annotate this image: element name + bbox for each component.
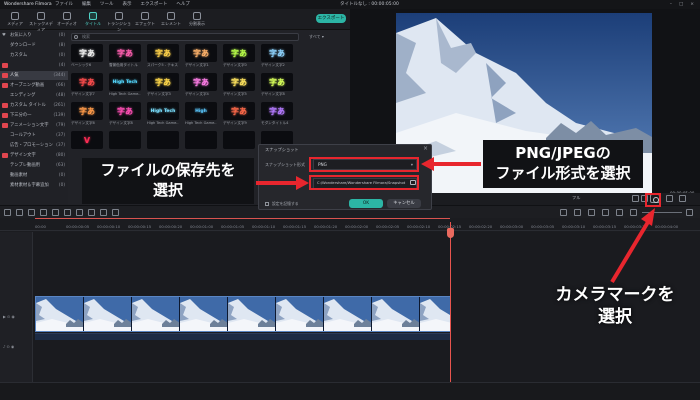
filmora-window: Wondershare Filmora ファイル 編集 ツール 表示 エクスポー… (0, 0, 700, 400)
annotation-arrows (256, 157, 655, 284)
